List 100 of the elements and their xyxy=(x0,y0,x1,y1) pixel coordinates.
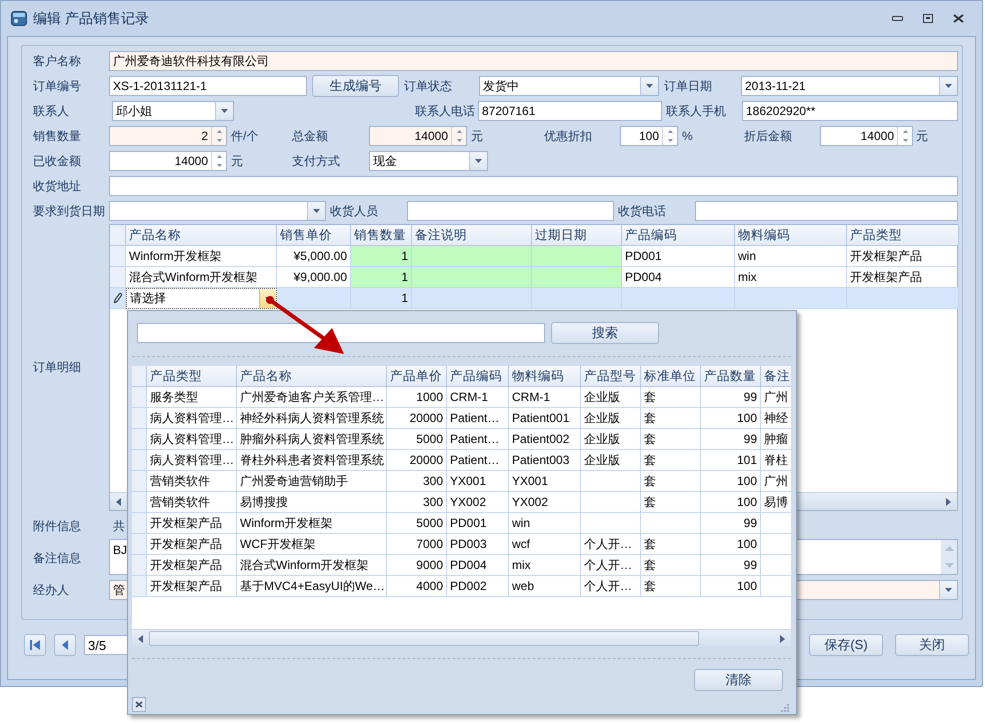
close-button[interactable]: 关闭 xyxy=(895,634,969,656)
table-cell[interactable]: 脊柱 xyxy=(761,450,791,471)
column-header[interactable]: 产品名称 xyxy=(126,225,277,246)
clear-button[interactable]: 清除 xyxy=(694,669,783,691)
table-cell[interactable]: 企业版 xyxy=(581,408,641,429)
table-cell[interactable]: 企业版 xyxy=(581,429,641,450)
resize-grip-icon[interactable] xyxy=(780,703,789,712)
table-cell[interactable]: 99 xyxy=(701,387,761,408)
column-header[interactable]: 产品单价 xyxy=(387,366,447,387)
column-header[interactable]: 物料编码 xyxy=(509,366,581,387)
text-field[interactable] xyxy=(695,201,958,221)
spin-box[interactable]: 100 xyxy=(620,126,678,146)
column-header[interactable]: 销售单价 xyxy=(277,225,351,246)
table-cell[interactable]: Patient… xyxy=(447,429,509,450)
table-cell[interactable]: 套 xyxy=(641,429,701,450)
text-field[interactable] xyxy=(407,201,614,221)
table-cell[interactable]: 肿瘤 xyxy=(761,429,791,450)
column-header[interactable]: 产品数量 xyxy=(701,366,761,387)
table-cell[interactable]: 套 xyxy=(641,555,701,576)
table-cell[interactable]: 99 xyxy=(701,513,761,534)
table-cell[interactable]: 300 xyxy=(387,471,447,492)
spin-box[interactable]: 14000 xyxy=(369,126,467,146)
combo-box[interactable]: 2013-11-21 xyxy=(741,76,958,96)
table-cell[interactable]: 广州爱奇迪客户关系管理… xyxy=(237,387,387,408)
table-cell[interactable]: PD004 xyxy=(447,555,509,576)
save-button[interactable]: 保存(S) xyxy=(809,634,883,656)
table-cell[interactable]: 病人资料管理… xyxy=(147,429,237,450)
table-cell[interactable]: 广州 xyxy=(761,387,791,408)
table-cell[interactable]: Winform开发框架 xyxy=(237,513,387,534)
table-cell[interactable]: wcf xyxy=(509,534,581,555)
table-cell[interactable]: 易博 xyxy=(761,492,791,513)
column-header[interactable]: 备注 xyxy=(761,366,791,387)
table-cell[interactable]: 9000 xyxy=(387,555,447,576)
scroll-thumb[interactable] xyxy=(149,631,699,646)
table-cell[interactable]: 易博搜搜 xyxy=(237,492,387,513)
search-field[interactable] xyxy=(137,323,545,343)
table-cell[interactable]: 营销类软件 xyxy=(147,471,237,492)
combo-box[interactable]: 发货中 xyxy=(479,76,659,96)
table-cell[interactable]: 101 xyxy=(701,450,761,471)
table-cell[interactable]: YX002 xyxy=(509,492,581,513)
table-cell[interactable]: YX002 xyxy=(447,492,509,513)
column-header[interactable]: 备注说明 xyxy=(412,225,532,246)
table-cell[interactable]: 个人开… xyxy=(581,534,641,555)
table-cell[interactable]: 开发框架产品 xyxy=(147,576,237,597)
table-cell[interactable] xyxy=(581,513,641,534)
table-cell[interactable]: 脊柱外科患者资料管理系统 xyxy=(237,450,387,471)
previous-page-button[interactable] xyxy=(54,634,76,656)
table-cell[interactable]: 100 xyxy=(701,471,761,492)
text-field[interactable]: XS-1-20131121-1 xyxy=(109,76,307,96)
table-cell[interactable]: 神经 xyxy=(761,408,791,429)
table-cell[interactable]: 20000 xyxy=(387,408,447,429)
table-cell[interactable]: PD002 xyxy=(447,576,509,597)
column-header[interactable]: 标准单位 xyxy=(641,366,701,387)
first-page-button[interactable] xyxy=(24,634,46,656)
table-cell[interactable]: Patient001 xyxy=(509,408,581,429)
close-icon[interactable] xyxy=(953,14,964,23)
table-cell[interactable]: 7000 xyxy=(387,534,447,555)
generate-button[interactable]: 生成编号 xyxy=(312,75,399,97)
table-cell[interactable]: 混合式Winform开发框架 xyxy=(237,555,387,576)
table-cell[interactable]: 99 xyxy=(701,429,761,450)
table-cell[interactable]: 基于MVC4+EasyUI的We… xyxy=(237,576,387,597)
table-cell[interactable]: 套 xyxy=(641,492,701,513)
table-cell[interactable]: 企业版 xyxy=(581,387,641,408)
table-cell[interactable]: Patient002 xyxy=(509,429,581,450)
maximize-icon[interactable] xyxy=(923,14,933,23)
table-cell[interactable] xyxy=(581,492,641,513)
combo-box[interactable]: 现金 xyxy=(369,151,488,171)
table-cell[interactable]: PD003 xyxy=(447,534,509,555)
text-field[interactable]: 广州爱奇迪软件科技有限公司 xyxy=(109,51,958,71)
table-cell[interactable]: 1000 xyxy=(387,387,447,408)
table-cell[interactable]: 100 xyxy=(701,492,761,513)
table-cell[interactable]: Patient… xyxy=(447,408,509,429)
text-field[interactable]: 186202920** xyxy=(742,101,958,121)
table-cell[interactable]: YX001 xyxy=(447,471,509,492)
table-cell[interactable]: 4000 xyxy=(387,576,447,597)
spin-box[interactable]: 14000 xyxy=(820,126,913,146)
table-cell[interactable] xyxy=(641,513,701,534)
table-cell[interactable]: 套 xyxy=(641,576,701,597)
table-cell[interactable]: 肿瘤外科病人资料管理系统 xyxy=(237,429,387,450)
column-header[interactable]: 产品类型 xyxy=(147,366,237,387)
table-cell[interactable]: win xyxy=(509,513,581,534)
column-header[interactable]: 产品编码 xyxy=(447,366,509,387)
table-cell[interactable]: 企业版 xyxy=(581,450,641,471)
column-header[interactable]: 产品类型 xyxy=(847,225,959,246)
table-cell[interactable]: 套 xyxy=(641,408,701,429)
table-cell[interactable]: 300 xyxy=(387,492,447,513)
table-cell[interactable]: 病人资料管理… xyxy=(147,450,237,471)
table-cell[interactable]: 100 xyxy=(701,408,761,429)
table-cell[interactable]: 广州爱奇迪营销助手 xyxy=(237,471,387,492)
table-cell[interactable]: 5000 xyxy=(387,513,447,534)
table-cell[interactable]: CRM-1 xyxy=(447,387,509,408)
spin-box[interactable]: 2 xyxy=(109,126,227,146)
table-cell[interactable]: 套 xyxy=(641,450,701,471)
table-cell[interactable]: 套 xyxy=(641,534,701,555)
table-cell[interactable]: 100 xyxy=(701,534,761,555)
table-cell[interactable]: 套 xyxy=(641,471,701,492)
table-cell[interactable]: 开发框架产品 xyxy=(147,513,237,534)
table-cell[interactable]: PD001 xyxy=(447,513,509,534)
text-field[interactable] xyxy=(109,176,958,196)
combo-box[interactable] xyxy=(109,201,326,221)
